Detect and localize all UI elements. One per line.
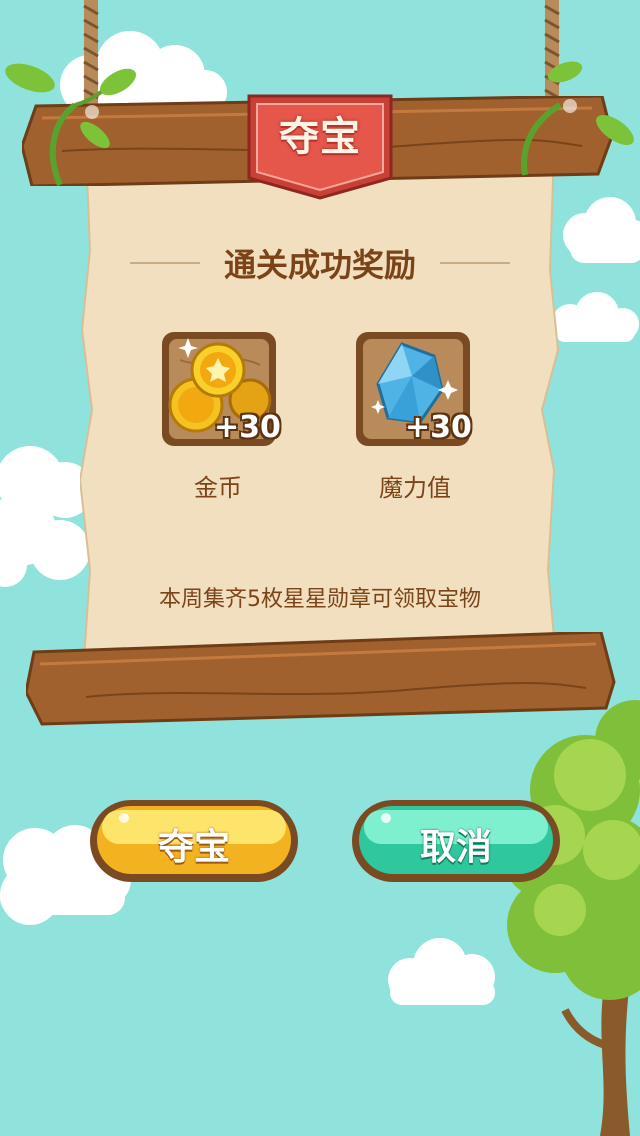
gem-label: 魔力值 xyxy=(379,474,451,502)
coins-label: 金币 xyxy=(194,474,242,502)
gem-amount: +30 xyxy=(405,410,472,445)
cloud-right xyxy=(563,197,640,263)
vine-right-icon xyxy=(521,61,634,176)
wood-plank-bottom xyxy=(26,632,616,726)
reward-title: 通关成功奖励 xyxy=(223,246,416,284)
cloud-bottom-center xyxy=(388,938,495,1005)
vine-left-icon xyxy=(5,63,137,187)
coins-amount: +30 xyxy=(214,410,281,445)
weekly-note: 本周集齐5枚星星勋章可领取宝物 xyxy=(159,587,481,612)
tree-icon xyxy=(500,700,640,1136)
cancel-button[interactable]: 取消 xyxy=(350,798,562,884)
cancel-button-label: 取消 xyxy=(419,827,492,868)
treasure-button[interactable]: 夺宝 xyxy=(88,798,300,884)
banner-title: 夺宝 xyxy=(279,114,361,160)
treasure-button-label: 夺宝 xyxy=(157,827,230,868)
